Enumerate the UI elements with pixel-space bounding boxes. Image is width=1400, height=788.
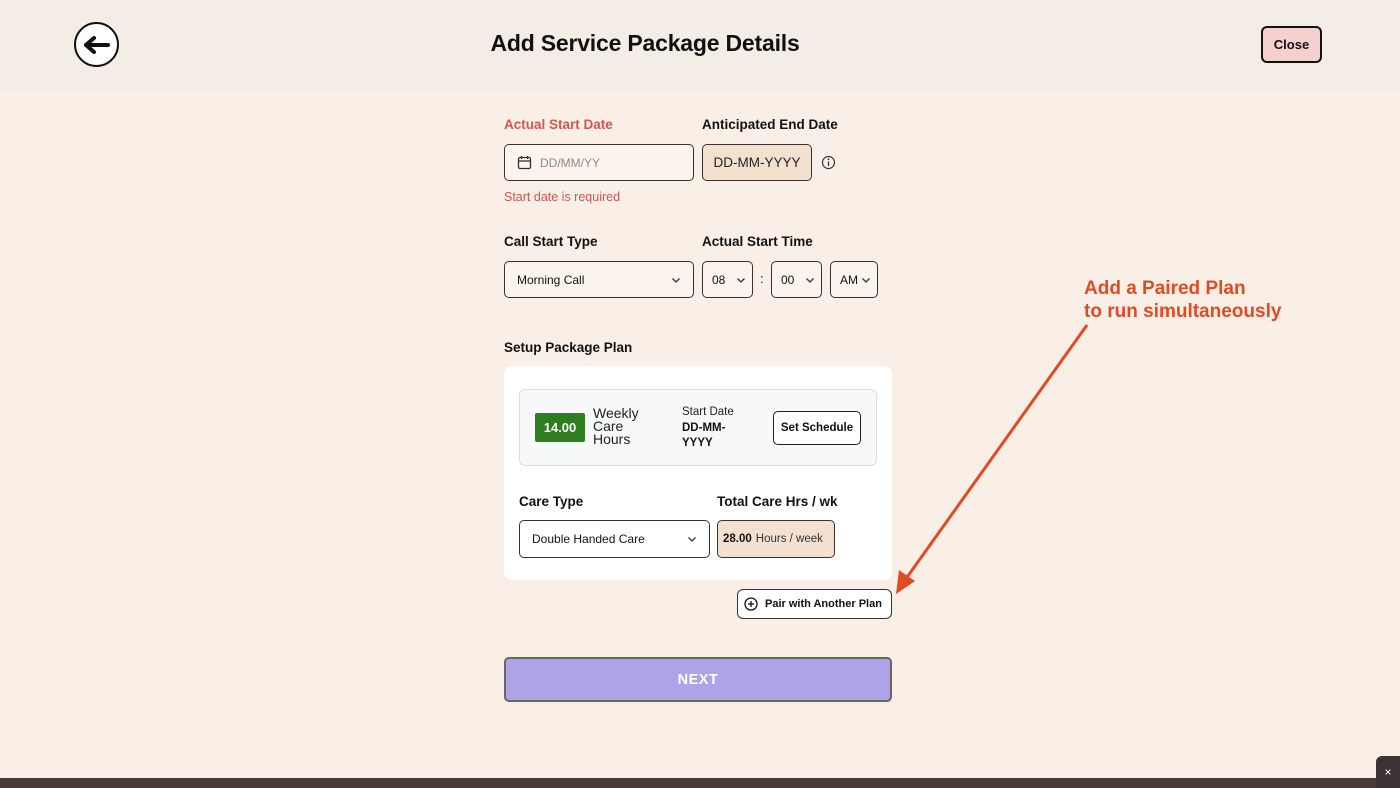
start-date-label: Actual Start Date [504, 117, 613, 132]
info-icon[interactable] [821, 155, 836, 170]
hour-value: 08 [712, 272, 726, 287]
page-title: Add Service Package Details [490, 30, 800, 56]
plan-start-date-value: DD-MM-YYYY [682, 422, 726, 449]
next-button[interactable]: NEXT [504, 657, 892, 702]
annotation-line-1: Add a Paired Plan [1084, 278, 1246, 299]
annotation-line-2: to run simultaneously [1084, 301, 1282, 322]
pair-plan-label: Pair with Another Plan [765, 598, 882, 610]
chevron-down-icon [688, 537, 696, 542]
start-date-input[interactable]: DD/MM/YY [504, 144, 694, 181]
minute-select[interactable]: 00 [771, 261, 822, 298]
total-hours-label: Total Care Hrs / wk [717, 494, 838, 509]
annotation-callout: Add a Paired Plan to run simultaneously [1084, 277, 1281, 323]
care-type-label: Care Type [519, 494, 584, 509]
end-date-label: Anticipated End Date [702, 117, 838, 132]
plus-circle-icon [744, 597, 758, 611]
chevron-down-icon [806, 277, 814, 283]
calendar-icon [517, 156, 532, 170]
weekly-hours-caption: Weekly Care Hours [593, 405, 639, 447]
call-start-type-label: Call Start Type [504, 234, 598, 249]
call-start-type-value: Morning Call [517, 272, 585, 287]
corner-close-button[interactable]: × [1376, 756, 1400, 788]
hour-select[interactable]: 08 [702, 261, 753, 298]
chevron-down-icon [672, 277, 680, 283]
set-schedule-button[interactable]: Set Schedule [773, 411, 861, 445]
time-separator: : [760, 271, 764, 286]
period-value: AM [840, 272, 858, 287]
total-hours-value: 28.00 [723, 533, 752, 545]
total-hours-field: 28.00 Hours / week [717, 520, 835, 558]
chevron-down-icon [737, 277, 745, 283]
start-date-error: Start date is required [504, 190, 621, 204]
pair-plan-button[interactable]: Pair with Another Plan [737, 589, 892, 619]
total-hours-unit: Hours / week [755, 533, 823, 545]
package-plan-label: Setup Package Plan [504, 340, 633, 355]
end-date-field: DD-MM-YYYY [702, 144, 812, 181]
period-select[interactable]: AM [830, 261, 878, 298]
close-button[interactable]: Close [1261, 26, 1322, 63]
chevron-down-icon [862, 277, 870, 283]
plan-start-date-label: Start Date [682, 406, 734, 418]
header-bar: Add Service Package Details Close [0, 0, 1400, 90]
start-date-placeholder: DD/MM/YY [540, 155, 600, 170]
weekly-hours-badge: 14.00 [535, 413, 585, 442]
care-type-select[interactable]: Double Handed Care [519, 520, 710, 558]
minute-value: 00 [781, 272, 795, 287]
start-time-label: Actual Start Time [702, 234, 813, 249]
bottom-bar [0, 778, 1400, 788]
care-type-value: Double Handed Care [532, 532, 645, 546]
call-start-type-select[interactable]: Morning Call [504, 261, 694, 298]
